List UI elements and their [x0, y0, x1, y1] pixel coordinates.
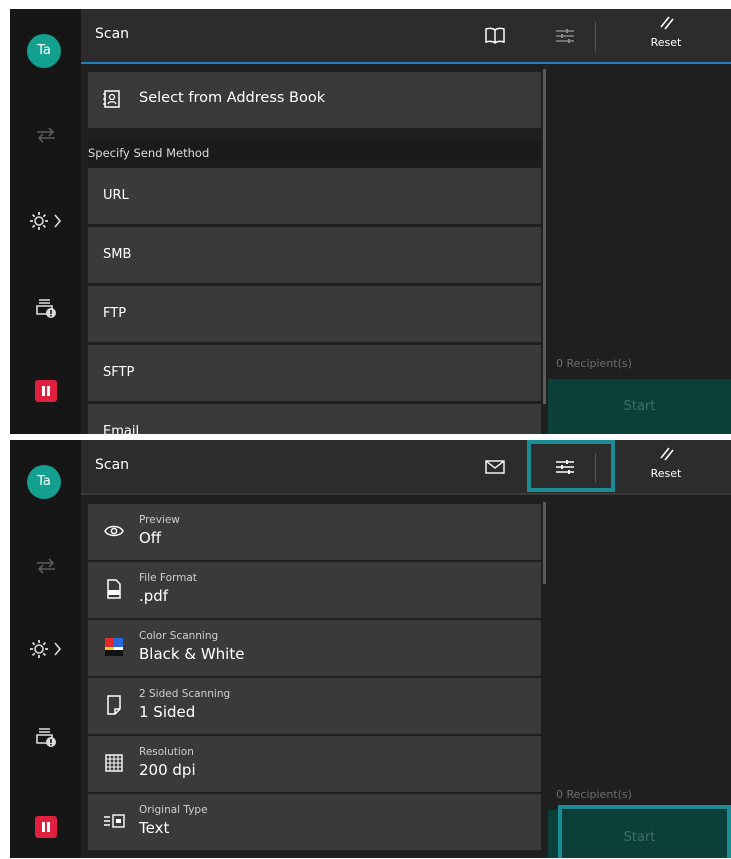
settings-highlight-box [527, 440, 615, 492]
section-header: Specify Send Method [88, 139, 541, 167]
setting-file-format[interactable]: File Format .pdf [88, 562, 541, 618]
job-flow-icon[interactable] [10, 548, 81, 584]
settings-sliders-icon[interactable] [550, 23, 580, 49]
settings-gear-icon[interactable] [10, 631, 81, 667]
page-icon [103, 694, 125, 716]
setting-label: Color Scanning [139, 630, 219, 642]
send-method-email[interactable]: Email [88, 404, 541, 434]
left-sidebar: Ta [10, 440, 81, 858]
send-method-smb[interactable]: SMB [88, 227, 541, 283]
setting-value: Off [139, 529, 162, 547]
scan-settings-list: Preview Off File Format .pdf Color Scann… [88, 504, 541, 858]
setting-preview[interactable]: Preview Off [88, 504, 541, 560]
settings-gear-icon[interactable] [10, 203, 81, 239]
header-divider [595, 22, 596, 52]
start-highlight-box [558, 805, 731, 858]
setting-value: 1 Sided [139, 703, 196, 721]
eye-icon [103, 520, 125, 542]
setting-value: Black & White [139, 645, 245, 663]
reset-button[interactable]: Reset [641, 13, 691, 59]
item-label: SMB [103, 247, 132, 262]
reset-icon [660, 16, 674, 30]
printer-status-icon[interactable] [10, 720, 81, 756]
page-title: Scan [95, 26, 130, 42]
page-title: Scan [95, 457, 130, 473]
left-sidebar: Ta [10, 9, 81, 434]
color-scanning-icon [103, 636, 125, 658]
send-method-url[interactable]: URL [88, 168, 541, 224]
setting-value: .pdf [139, 587, 169, 605]
header-underline [81, 62, 731, 64]
app-header: Scan Reset [81, 9, 731, 64]
item-label: URL [103, 188, 129, 203]
setting-value: 200 dpi [139, 761, 196, 779]
recipient-count: 0 Recipient(s) [556, 357, 632, 370]
setting-2-sided-scanning[interactable]: 2 Sided Scanning 1 Sided [88, 678, 541, 734]
user-avatar[interactable]: Ta [27, 34, 61, 68]
setting-label: Original Type [139, 804, 208, 816]
book-icon[interactable] [480, 23, 510, 49]
grid-icon [103, 752, 125, 774]
send-method-sftp[interactable]: SFTP [88, 345, 541, 401]
scan-screen-send-method: Ta Scan Reset Select from Address Book S… [10, 9, 731, 434]
setting-color-scanning[interactable]: Color Scanning Black & White [88, 620, 541, 676]
send-method-ftp[interactable]: FTP [88, 286, 541, 342]
setting-resolution[interactable]: Resolution 200 dpi [88, 736, 541, 792]
start-button[interactable]: Start [548, 379, 731, 434]
envelope-icon[interactable] [480, 454, 510, 480]
reset-label: Reset [650, 467, 682, 480]
recipient-count: 0 Recipient(s) [556, 788, 632, 801]
recipient-pane [548, 497, 731, 858]
reset-button[interactable]: Reset [641, 444, 691, 490]
setting-label: Resolution [139, 746, 194, 758]
setting-value: Text [139, 819, 170, 837]
send-method-list: Select from Address Book Specify Send Me… [88, 72, 541, 434]
pause-button[interactable] [35, 380, 57, 402]
address-book-button[interactable]: Select from Address Book [88, 72, 541, 128]
item-label: Email [103, 424, 140, 434]
reset-icon [660, 447, 674, 461]
item-label: SFTP [103, 365, 135, 380]
header-underline [81, 493, 731, 495]
original-type-icon [103, 810, 125, 832]
job-flow-icon[interactable] [10, 117, 81, 153]
file-format-icon [103, 578, 125, 600]
app-header: Scan Reset [81, 440, 731, 495]
address-book-icon [103, 89, 121, 113]
pause-button[interactable] [35, 816, 57, 838]
scrollbar[interactable] [543, 502, 546, 584]
scrollbar[interactable] [543, 69, 546, 404]
item-label: FTP [103, 306, 127, 321]
printer-status-icon[interactable] [10, 291, 81, 327]
user-avatar[interactable]: Ta [27, 465, 61, 499]
setting-label: Preview [139, 514, 180, 526]
reset-label: Reset [650, 36, 682, 49]
setting-label: 2 Sided Scanning [139, 688, 231, 700]
scan-screen-settings: Ta Scan Reset Preview Off File Format .p… [10, 440, 731, 858]
address-book-label: Select from Address Book [139, 90, 326, 106]
setting-label: File Format [139, 572, 197, 584]
setting-original-type[interactable]: Original Type Text [88, 794, 541, 850]
